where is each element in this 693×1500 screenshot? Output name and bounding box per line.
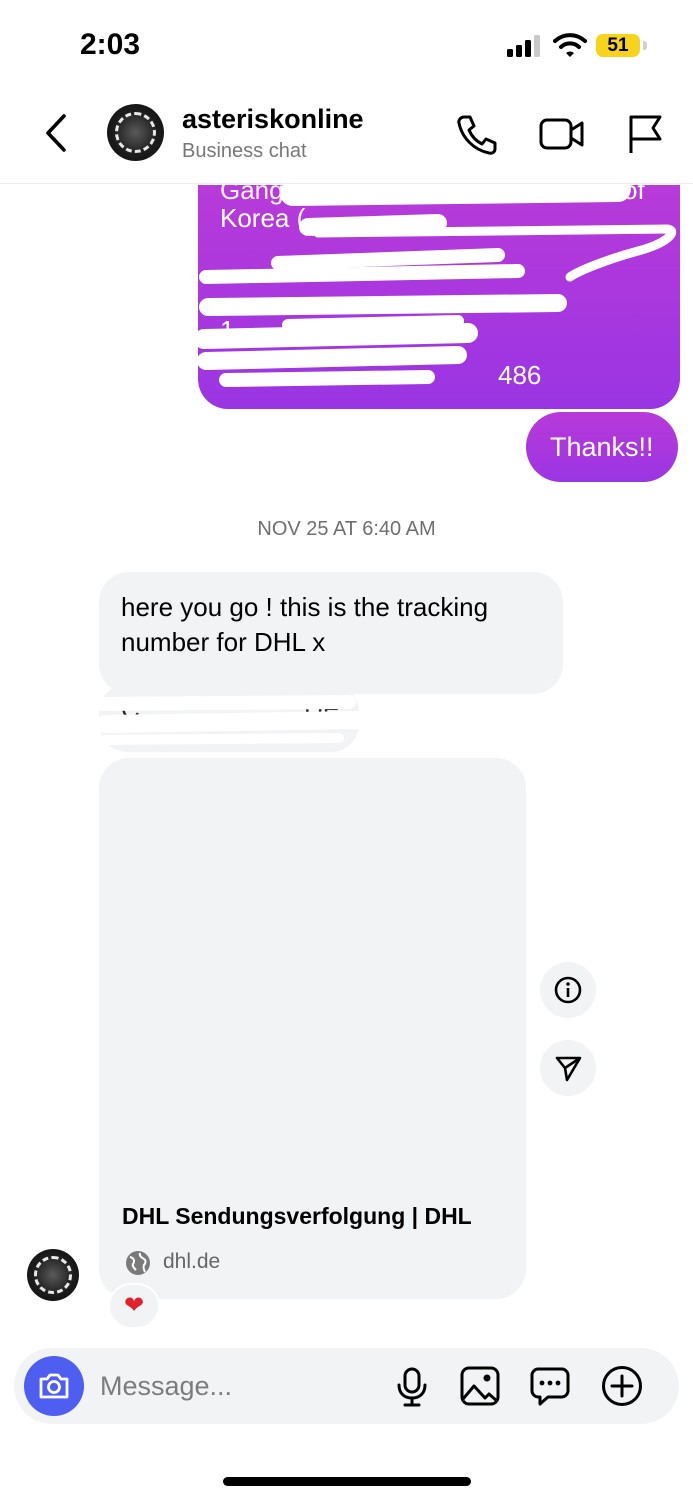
stickers-button[interactable] bbox=[528, 1364, 572, 1408]
image-icon bbox=[460, 1366, 500, 1406]
gallery-button[interactable] bbox=[458, 1364, 502, 1408]
chat-bubble-icon bbox=[530, 1367, 570, 1406]
link-preview-title[interactable]: DHL Sendungsverfolgung | DHL bbox=[122, 1203, 472, 1230]
incoming-message-text[interactable]: here you go ! this is the tracking numbe… bbox=[99, 572, 563, 694]
incoming-tracking-number[interactable]: C DE bbox=[99, 684, 359, 752]
heart-reaction[interactable]: ❤ bbox=[108, 1283, 160, 1329]
wifi-icon bbox=[553, 32, 587, 58]
message-input[interactable] bbox=[100, 1368, 370, 1404]
outgoing-message-thanks[interactable]: Thanks!! bbox=[526, 412, 678, 482]
redaction-scribble bbox=[99, 695, 359, 745]
home-indicator[interactable] bbox=[223, 1477, 471, 1486]
plus-circle-icon bbox=[602, 1366, 642, 1406]
cellular-signal-icon bbox=[507, 35, 543, 57]
outgoing-address-bubble[interactable]: Gangu Korea ( 1 486 of bbox=[198, 185, 680, 409]
contact-subtitle: Business chat bbox=[182, 140, 307, 162]
camera-button[interactable] bbox=[24, 1356, 84, 1416]
more-options-button[interactable] bbox=[600, 1364, 644, 1408]
globe-icon bbox=[124, 1249, 152, 1277]
contact-name[interactable]: asteriskonline bbox=[182, 104, 364, 135]
contact-avatar[interactable] bbox=[107, 104, 164, 161]
battery-cap bbox=[643, 41, 647, 50]
voice-message-button[interactable] bbox=[390, 1364, 434, 1408]
status-time: 2:03 bbox=[80, 28, 141, 61]
phone-icon bbox=[457, 115, 497, 155]
back-button[interactable] bbox=[38, 110, 78, 156]
info-icon bbox=[554, 976, 582, 1004]
sender-avatar[interactable] bbox=[27, 1249, 79, 1301]
chevron-left-icon bbox=[46, 114, 66, 152]
heart-icon: ❤ bbox=[123, 1292, 145, 1319]
flag-icon bbox=[629, 115, 662, 153]
share-button[interactable] bbox=[540, 1040, 596, 1096]
video-camera-icon bbox=[539, 118, 584, 150]
microphone-icon bbox=[397, 1367, 427, 1407]
battery-level: 51 bbox=[596, 34, 640, 57]
redaction-scribble bbox=[198, 185, 677, 387]
send-icon bbox=[555, 1056, 582, 1082]
info-button[interactable] bbox=[540, 962, 596, 1018]
report-button[interactable] bbox=[623, 112, 667, 156]
video-call-button[interactable] bbox=[538, 112, 584, 156]
call-button[interactable] bbox=[455, 112, 499, 156]
header-divider bbox=[0, 183, 693, 184]
link-preview-domain: dhl.de bbox=[163, 1250, 221, 1273]
message-timestamp: NOV 25 AT 6:40 AM bbox=[257, 518, 436, 540]
camera-icon bbox=[39, 1373, 69, 1399]
